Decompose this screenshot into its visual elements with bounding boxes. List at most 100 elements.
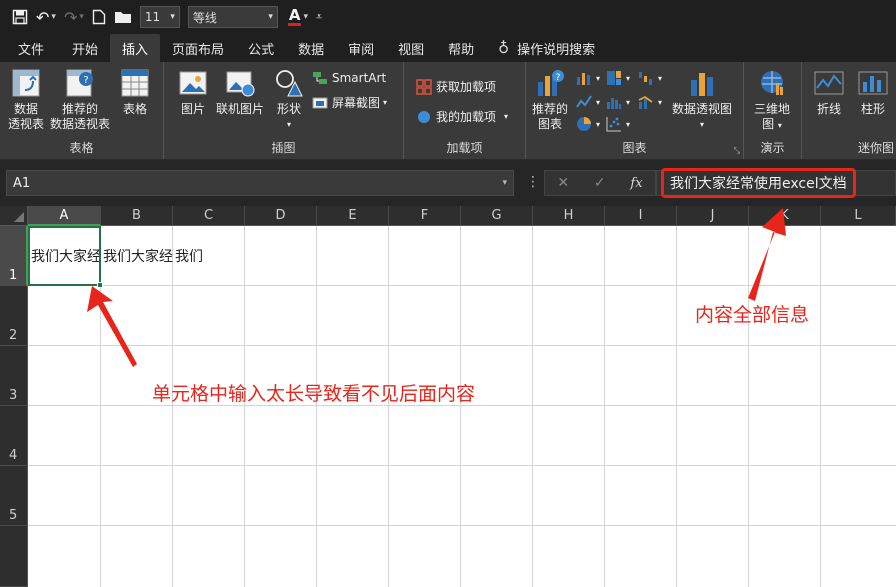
column-header-g[interactable]: G — [461, 206, 533, 226]
column-header-f[interactable]: F — [389, 206, 461, 226]
online-pictures-button[interactable]: 联机图片 — [216, 68, 264, 117]
recommended-charts-icon: ? — [538, 70, 564, 96]
recommended-pivot-button[interactable]: ? 推荐的 数据透视表 — [50, 68, 110, 132]
chevron-down-icon: ▾ — [658, 73, 663, 83]
scatter-chart-icon — [606, 117, 621, 132]
store-icon — [416, 78, 432, 95]
font-color-button[interactable]: A ▾ — [287, 5, 308, 29]
screenshot-button[interactable]: 屏幕截图 ▾ — [312, 94, 387, 111]
get-addins-button[interactable]: 获取加载项 — [416, 78, 496, 95]
select-all-button[interactable] — [0, 206, 28, 226]
customize-qat-button[interactable]: ⩡ — [316, 5, 322, 29]
chevron-down-icon: ▾ — [286, 120, 291, 129]
column-header-k[interactable]: K — [749, 206, 821, 226]
insert-function-icon[interactable]: fx — [630, 176, 642, 191]
tab-file[interactable]: 文件 — [2, 34, 60, 62]
new-file-icon[interactable] — [92, 5, 106, 29]
shapes-button[interactable]: 形状 ▾ — [274, 68, 304, 132]
waterfall-chart-button[interactable]: ▾ — [638, 70, 662, 86]
3d-map-button[interactable]: 三维地 图 ▾ — [754, 68, 790, 133]
name-box[interactable]: A1 ▾ — [6, 170, 514, 196]
undo-button[interactable]: ↶ ▾ — [36, 5, 56, 29]
stat-chart-button[interactable]: ▾ — [606, 94, 630, 110]
name-box-value: A1 — [13, 175, 31, 191]
column-header-i[interactable]: I — [605, 206, 677, 226]
open-folder-icon[interactable] — [114, 5, 132, 29]
hierarchy-chart-button[interactable]: ▾ — [606, 70, 630, 86]
enter-icon[interactable]: ✓ — [594, 175, 606, 191]
combo-chart-button[interactable]: ▾ — [638, 94, 662, 110]
tab-help[interactable]: 帮助 — [436, 34, 486, 62]
annotation-cell-overflow: 单元格中输入太长导致看不见后面内容 — [152, 383, 476, 405]
column-header-j[interactable]: J — [677, 206, 749, 226]
tab-page-layout[interactable]: 页面布局 — [160, 34, 236, 62]
recommended-pivot-icon: ? — [66, 69, 93, 97]
group-addins: 获取加载项 我的加载项 ▾ 加载项 — [404, 62, 526, 159]
column-header-e[interactable]: E — [317, 206, 389, 226]
tab-home[interactable]: 开始 — [60, 34, 110, 62]
font-color-icon: A — [287, 6, 302, 26]
recommended-charts-button[interactable]: ? 推荐的 图表 — [532, 68, 568, 132]
group-label-illustrations: 插图 — [271, 141, 296, 155]
sparkline-line-button[interactable]: 折线 — [814, 68, 844, 117]
shapes-icon — [276, 70, 303, 97]
row-header-1[interactable]: 1 — [0, 226, 28, 286]
tab-review[interactable]: 审阅 — [336, 34, 386, 62]
chevron-down-icon: ▾ — [700, 120, 705, 129]
tell-me-search[interactable]: ♁ 操作说明搜索 — [486, 34, 607, 62]
line-chart-button[interactable]: ▾ — [576, 94, 600, 110]
sparkline-column-button[interactable]: 柱形 — [858, 68, 888, 117]
chevron-down-icon: ▾ — [658, 97, 663, 107]
group-tables: 数据 透视表 ? 推荐的 数据透视表 表格 表格 — [0, 62, 164, 159]
font-size-value: 11 — [144, 10, 161, 24]
smartart-button[interactable]: SmartArt — [312, 70, 386, 86]
pivot-table-button[interactable]: 数据 透视表 — [8, 68, 44, 132]
column-chart-button[interactable]: ▾ — [576, 70, 600, 86]
pictures-button[interactable]: 图片 — [178, 68, 208, 117]
column-header-b[interactable]: B — [101, 206, 173, 226]
font-size-select[interactable]: 11 ▾ — [139, 6, 180, 28]
scatter-chart-button[interactable]: ▾ — [606, 116, 630, 132]
font-name-select[interactable]: 等线 ▾ — [187, 6, 278, 28]
dialog-launcher-icon[interactable]: ⤡ — [734, 146, 740, 156]
undo-icon: ↶ — [36, 7, 50, 27]
save-icon[interactable] — [12, 5, 28, 29]
column-chart-icon — [577, 73, 590, 85]
more-vertical-icon[interactable]: ⋮ — [526, 174, 540, 190]
row-header-2[interactable]: 2 — [0, 286, 28, 346]
table-icon — [121, 69, 149, 97]
row-header-6[interactable] — [0, 526, 28, 587]
fill-handle[interactable] — [97, 282, 103, 288]
tab-data[interactable]: 数据 — [286, 34, 336, 62]
active-cell-a1[interactable] — [28, 226, 101, 286]
tab-formulas[interactable]: 公式 — [236, 34, 286, 62]
column-header-a[interactable]: A — [28, 206, 101, 226]
pie-chart-button[interactable]: ▾ — [576, 116, 600, 132]
chevron-down-icon: ▾ — [383, 98, 388, 107]
redo-button[interactable]: ↷ ▾ — [64, 5, 84, 29]
column-header-l[interactable]: L — [821, 206, 896, 226]
row-header-5[interactable]: 5 — [0, 466, 28, 526]
formula-content-highlight: 我们大家经常使用excel文档 — [661, 168, 856, 198]
tab-view[interactable]: 视图 — [386, 34, 436, 62]
table-button[interactable]: 表格 — [120, 68, 150, 117]
sparkline-line-icon — [814, 71, 844, 95]
group-label-addins: 加载项 — [446, 141, 483, 155]
pivot-chart-icon — [691, 73, 713, 96]
formula-content: 我们大家经常使用excel文档 — [670, 176, 847, 192]
row-header-4[interactable]: 4 — [0, 406, 28, 466]
cancel-icon[interactable]: ✕ — [557, 175, 569, 191]
pivot-chart-button[interactable]: 数据透视图 ▾ — [672, 68, 732, 132]
lightbulb-icon: ♁ — [498, 39, 510, 57]
my-addins-button[interactable]: 我的加载项 ▾ — [416, 108, 508, 125]
column-header-d[interactable]: D — [245, 206, 317, 226]
column-header-c[interactable]: C — [173, 206, 245, 226]
cell-b1-text: 我们大家经 — [103, 249, 173, 265]
column-header-h[interactable]: H — [533, 206, 605, 226]
chevron-down-icon[interactable]: ▾ — [502, 178, 507, 188]
tab-insert[interactable]: 插入 — [110, 34, 161, 62]
row-header-3[interactable]: 3 — [0, 346, 28, 406]
cell-area[interactable]: 我们大家经 我们大家经 我们 — [28, 226, 896, 587]
chevron-down-icon: ▾ — [777, 121, 782, 130]
chevron-down-icon: ▾ — [268, 12, 273, 22]
